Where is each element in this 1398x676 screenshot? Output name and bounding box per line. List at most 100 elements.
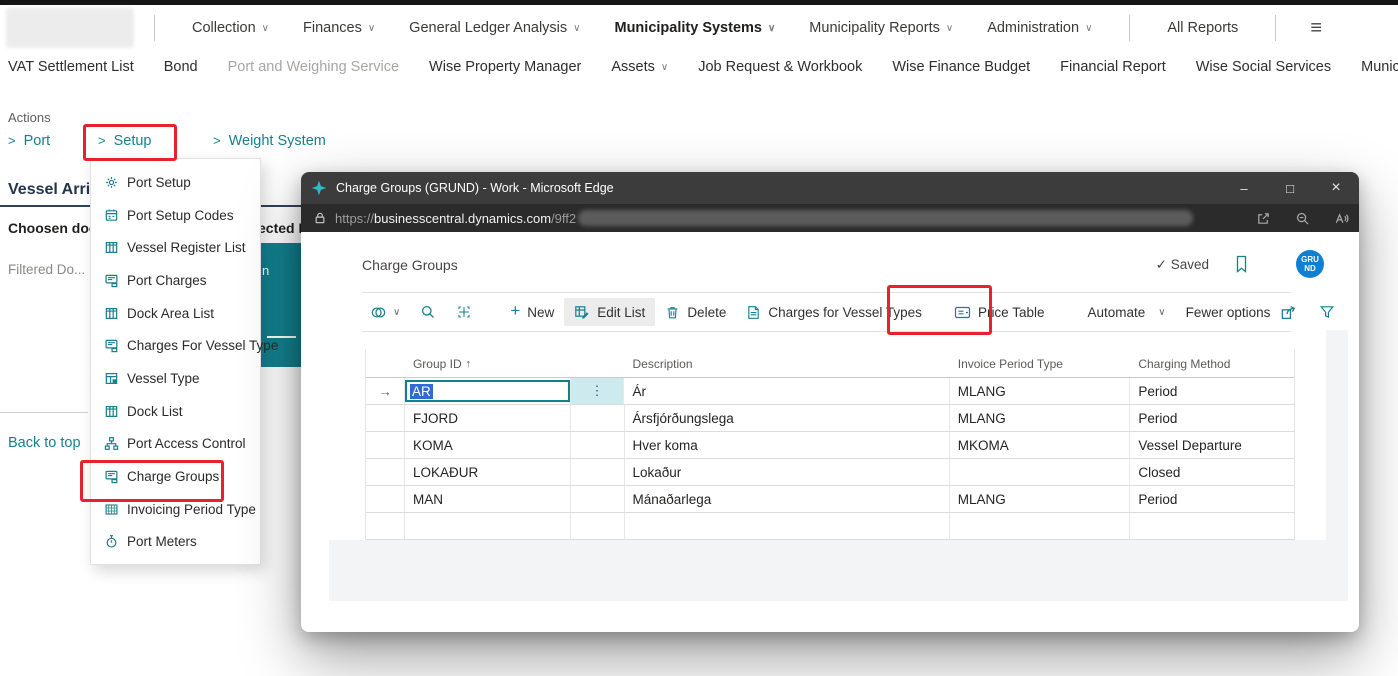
cell-group-id[interactable]: AR: [405, 378, 571, 404]
header-charging-method[interactable]: Charging Method: [1130, 357, 1294, 371]
cell-invoice-period-type[interactable]: MLANG: [950, 405, 1131, 431]
read-aloud-icon[interactable]: [1334, 211, 1349, 226]
fewer-options-button[interactable]: Fewer options: [1176, 299, 1281, 326]
cell-charging-method[interactable]: Period: [1130, 378, 1294, 404]
menu-item-charges-for-vessel-type[interactable]: Charges For Vessel Type: [91, 329, 260, 362]
menu-item-port-setup-codes[interactable]: Port Setup Codes: [91, 199, 260, 232]
header-invoice-period-type[interactable]: Invoice Period Type: [950, 357, 1131, 371]
cell-invoice-period-type[interactable]: MLANG: [950, 486, 1131, 512]
nav-financial-report[interactable]: Financial Report: [1060, 59, 1166, 75]
cell-invoice-period-type[interactable]: MLANG: [950, 378, 1131, 404]
nav-finances[interactable]: Finances∨: [303, 20, 375, 36]
cell-group-id[interactable]: LOKAÐUR: [405, 459, 571, 485]
table-row: → AR ⋮ Ár MLANG Period: [366, 378, 1294, 405]
nav-wise-social-services[interactable]: Wise Social Services: [1196, 59, 1331, 75]
cell-description[interactable]: Lokaður: [625, 459, 950, 485]
price-card-icon: [954, 305, 971, 320]
redacted-url-segment: [578, 210, 1193, 226]
cell-charging-method[interactable]: Vessel Departure: [1130, 432, 1294, 458]
table-row: MAN Mánaðarlega MLANG Period: [366, 486, 1294, 513]
stopwatch-icon: [104, 534, 119, 549]
menu-item-dock-list[interactable]: Dock List: [91, 395, 260, 428]
action-weight-system[interactable]: >Weight System: [213, 133, 326, 149]
back-to-top-link[interactable]: Back to top: [8, 435, 81, 451]
menu-item-dock-area-list[interactable]: Dock Area List: [91, 297, 260, 330]
search-icon[interactable]: [420, 304, 436, 320]
nav-job-request-workbook[interactable]: Job Request & Workbook: [698, 59, 862, 75]
filter-icon[interactable]: [1319, 304, 1335, 320]
charges-for-vessel-types-button[interactable]: Charges for Vessel Types: [736, 299, 932, 326]
business-central-app-icon: [311, 180, 327, 196]
cell-description[interactable]: Ár: [624, 378, 949, 404]
table-row-empty[interactable]: [366, 513, 1294, 540]
cell-charging-method[interactable]: Period: [1130, 486, 1294, 512]
view-list-icon[interactable]: [1357, 304, 1359, 320]
nav-municipality-reports[interactable]: Municipality Reports∨: [809, 20, 953, 36]
cue-tile-text-fragment: n: [262, 263, 269, 278]
minimize-button[interactable]: –: [1221, 172, 1267, 204]
nav-administration[interactable]: Administration∨: [987, 20, 1092, 36]
edit-list-button[interactable]: Edit List: [564, 298, 655, 326]
menu-item-invoicing-period-type[interactable]: Invoicing Period Type: [91, 493, 260, 526]
charges-doc-icon: [104, 338, 119, 353]
open-in-new-window-icon[interactable]: [1256, 211, 1271, 226]
new-button[interactable]: +New: [500, 296, 564, 328]
cell-group-id[interactable]: FJORD: [405, 405, 571, 431]
nav-municipality-gateway[interactable]: Municipality gateway: [1361, 59, 1398, 75]
nav-municipality-systems[interactable]: Municipality Systems∨: [615, 20, 776, 36]
nav-port-and-weighing-service[interactable]: Port and Weighing Service: [228, 59, 399, 75]
delete-button[interactable]: Delete: [655, 299, 736, 326]
cell-description[interactable]: Mánaðarlega: [625, 486, 950, 512]
menu-item-port-charges[interactable]: Port Charges: [91, 264, 260, 297]
cell-charging-method[interactable]: Closed: [1130, 459, 1294, 485]
cell-group-id[interactable]: MAN: [405, 486, 571, 512]
share-icon[interactable]: [1280, 304, 1297, 321]
hamburger-menu-icon[interactable]: ≡: [1310, 17, 1322, 40]
price-table-button[interactable]: Price Table: [944, 299, 1055, 326]
user-avatar[interactable]: GRUND: [1296, 250, 1324, 278]
company-logo[interactable]: [6, 8, 134, 48]
nav-bond[interactable]: Bond: [164, 59, 198, 75]
url-bar[interactable]: https://businesscentral.dynamics.com/9ff…: [301, 204, 1359, 232]
menu-item-vessel-type[interactable]: Vessel Type: [91, 362, 260, 395]
cell-charging-method[interactable]: Period: [1130, 405, 1294, 431]
menu-item-port-access-control[interactable]: Port Access Control: [91, 428, 260, 461]
nav-wise-property-manager[interactable]: Wise Property Manager: [429, 59, 581, 75]
row-menu-cell[interactable]: ⋮: [571, 378, 625, 404]
cell-description[interactable]: Ársfjórðungslega: [625, 405, 950, 431]
header-description[interactable]: Description: [624, 357, 949, 371]
cell-invoice-period-type[interactable]: MKOMA: [950, 432, 1131, 458]
ellipsis-vertical-icon[interactable]: ⋮: [571, 378, 624, 404]
edge-popup-window: Charge Groups (GRUND) - Work - Microsoft…: [301, 172, 1359, 632]
nav-general-ledger-analysis[interactable]: General Ledger Analysis∨: [409, 20, 580, 36]
cell-description[interactable]: Hver koma: [625, 432, 950, 458]
zoom-out-icon[interactable]: [1295, 211, 1310, 226]
menu-item-vessel-register-list[interactable]: Vessel Register List: [91, 231, 260, 264]
maximize-button[interactable]: □: [1267, 172, 1313, 204]
menu-item-port-setup[interactable]: Port Setup: [91, 166, 260, 199]
close-button[interactable]: ×: [1313, 172, 1359, 204]
window-titlebar[interactable]: Charge Groups (GRUND) - Work - Microsoft…: [301, 172, 1359, 204]
cell-invoice-period-type[interactable]: [950, 459, 1131, 485]
analyze-icon[interactable]: [456, 304, 472, 320]
cell-group-id[interactable]: KOMA: [405, 432, 571, 458]
automate-button[interactable]: Automate∨: [1077, 299, 1175, 326]
url-path: /9ff2: [551, 211, 576, 226]
table-row: FJORD Ársfjórðungslega MLANG Period: [366, 405, 1294, 432]
action-setup[interactable]: >Setup: [98, 133, 152, 149]
bookmark-icon[interactable]: [1234, 255, 1249, 273]
menu-item-port-meters[interactable]: Port Meters: [91, 526, 260, 559]
action-port[interactable]: >Port: [8, 133, 50, 149]
nav-collection[interactable]: Collection∨: [192, 20, 269, 36]
nav-wise-finance-budget[interactable]: Wise Finance Budget: [892, 59, 1030, 75]
plus-icon: +: [510, 301, 520, 321]
nav-all-reports[interactable]: All Reports: [1167, 20, 1238, 36]
header-group-id[interactable]: Group ID↑: [405, 357, 571, 371]
nav-vat-settlement-list[interactable]: VAT Settlement List: [8, 59, 134, 75]
views-icon[interactable]: ∨: [370, 304, 400, 321]
charge-groups-table: Group ID↑ Description Invoice Period Typ…: [365, 350, 1295, 540]
nav-assets[interactable]: Assets∨: [611, 59, 668, 75]
chevron-down-icon: ∨: [573, 23, 580, 34]
expand-icon: >: [8, 133, 16, 148]
menu-item-charge-groups[interactable]: Charge Groups: [91, 460, 260, 493]
